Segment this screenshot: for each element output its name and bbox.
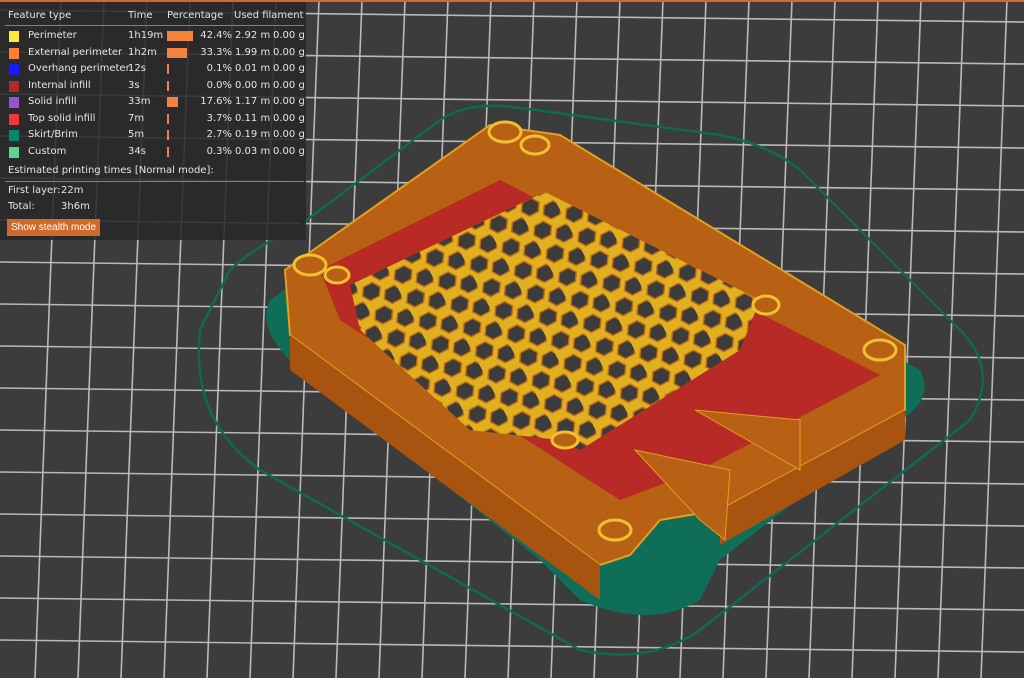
legend-row[interactable]: Skirt/Brim 5m 2.7% 0.19 m 0.00 g xyxy=(0,127,306,143)
grid-line xyxy=(0,597,1024,611)
feature-length: 2.92 m xyxy=(235,30,271,41)
feature-name: Custom xyxy=(28,145,67,157)
legend-row[interactable]: External perimeter 1h2m 33.3% 1.99 m 0.00 g xyxy=(0,45,306,61)
feature-time: 7m xyxy=(128,112,145,124)
feature-name: Skirt/Brim xyxy=(28,129,78,140)
color-swatch xyxy=(9,64,19,75)
feature-name: Top solid infill xyxy=(28,112,96,124)
grid-line xyxy=(894,0,922,678)
feature-weight: 0.00 g xyxy=(273,63,305,74)
percentage-bar xyxy=(167,31,193,41)
feature-name: External perimeter xyxy=(28,46,123,58)
first-layer-label: First layer: xyxy=(8,185,61,196)
feature-percentage: 33.3% xyxy=(200,46,232,58)
feature-time: 3s xyxy=(128,79,140,91)
feature-time: 1h2m xyxy=(128,46,157,58)
feature-name: Internal infill xyxy=(28,79,91,91)
feature-percentage: 0.1% xyxy=(206,63,232,74)
legend-row[interactable]: Internal infill 3s 0.0% 0.00 m 0.00 g xyxy=(0,78,306,94)
feature-weight: 0.00 g xyxy=(273,79,305,91)
header-time: Time xyxy=(128,10,153,21)
color-swatch xyxy=(9,31,19,42)
feature-weight: 0.00 g xyxy=(273,129,305,140)
header-used-filament: Used filament xyxy=(234,10,304,21)
first-layer-value: 22m xyxy=(61,185,84,196)
header-feature-type: Feature type xyxy=(8,10,72,21)
percentage-bar xyxy=(167,97,178,107)
grid-line xyxy=(980,0,1008,678)
percentage-bar xyxy=(167,64,169,74)
feature-length: 1.99 m xyxy=(235,46,271,58)
header-percentage: Percentage xyxy=(167,10,224,21)
color-swatch xyxy=(9,80,19,92)
feature-percentage: 2.7% xyxy=(206,129,232,140)
feature-name: Overhang perimeter xyxy=(28,63,130,74)
feature-weight: 0.00 g xyxy=(273,96,305,107)
legend-row[interactable]: Perimeter 1h19m 42.4% 2.92 m 0.00 g xyxy=(0,28,306,44)
feature-time: 33m xyxy=(128,96,151,107)
feature-weight: 0.00 g xyxy=(273,112,305,124)
percentage-bar xyxy=(167,80,169,91)
feature-length: 0.01 m xyxy=(235,63,271,74)
feature-time: 5m xyxy=(128,129,145,140)
grid-line xyxy=(937,0,965,678)
color-swatch xyxy=(9,47,19,59)
legend-row[interactable]: Top solid infill 7m 3.7% 0.11 m 0.00 g xyxy=(0,111,306,127)
feature-time: 34s xyxy=(128,145,146,157)
feature-name: Solid infill xyxy=(28,96,77,107)
estimated-times-title: Estimated printing times [Normal mode]: xyxy=(8,165,214,176)
color-swatch xyxy=(9,97,19,108)
feature-name: Perimeter xyxy=(28,30,77,41)
grid-line xyxy=(0,639,1024,653)
feature-length: 0.00 m xyxy=(235,79,271,91)
feature-time: 12s xyxy=(128,63,146,74)
total-label: Total: xyxy=(8,201,35,212)
percentage-bar xyxy=(167,113,170,124)
percentage-bar xyxy=(167,47,188,58)
feature-percentage: 0.3% xyxy=(206,145,232,157)
feature-percentage: 3.7% xyxy=(206,112,232,124)
feature-percentage: 17.6% xyxy=(200,96,232,107)
show-stealth-mode-button[interactable]: Show stealth mode xyxy=(7,219,101,236)
legend-panel: Feature type Time Percentage Used filame… xyxy=(0,2,306,240)
legend-row[interactable]: Custom 34s 0.3% 0.03 m 0.00 g xyxy=(0,144,306,160)
percentage-bar xyxy=(167,146,169,157)
feature-weight: 0.00 g xyxy=(273,30,305,41)
divider xyxy=(5,181,304,182)
feature-weight: 0.00 g xyxy=(273,46,305,58)
feature-percentage: 0.0% xyxy=(206,79,232,91)
feature-percentage: 42.4% xyxy=(200,30,232,41)
feature-time: 1h19m xyxy=(128,30,164,41)
divider xyxy=(5,25,304,26)
percentage-bar xyxy=(167,130,169,140)
total-value: 3h6m xyxy=(61,201,90,212)
color-swatch xyxy=(9,130,19,141)
legend-row[interactable]: Solid infill 33m 17.6% 1.17 m 0.00 g xyxy=(0,94,306,110)
feature-length: 1.17 m xyxy=(235,96,271,107)
feature-length: 0.19 m xyxy=(235,129,271,140)
feature-weight: 0.00 g xyxy=(273,145,305,157)
color-swatch xyxy=(9,146,19,158)
feature-length: 0.11 m xyxy=(235,112,271,124)
feature-length: 0.03 m xyxy=(235,145,271,157)
color-swatch xyxy=(9,113,19,125)
legend-row[interactable]: Overhang perimeter 12s 0.1% 0.01 m 0.00 g xyxy=(0,61,306,77)
